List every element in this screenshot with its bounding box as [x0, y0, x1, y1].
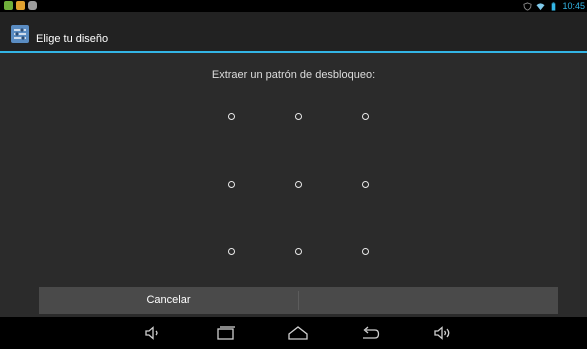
back-icon[interactable] — [360, 325, 380, 341]
status-bar: 10:45 — [0, 0, 587, 12]
pattern-dot-4[interactable] — [228, 181, 235, 188]
pattern-dot-7[interactable] — [228, 248, 235, 255]
action-bar: Elige tu diseño — [0, 12, 587, 53]
continue-button[interactable] — [299, 287, 558, 314]
pattern-content: Extraer un patrón de desbloqueo: Cancela… — [0, 53, 587, 317]
volume-down-icon[interactable] — [143, 325, 163, 341]
wifi-icon — [536, 2, 546, 10]
page-title: Elige tu diseño — [36, 33, 109, 45]
app-notification-icon — [4, 1, 13, 10]
pattern-dot-8[interactable] — [295, 248, 302, 255]
pattern-dot-5[interactable] — [295, 181, 302, 188]
recent-apps-icon[interactable] — [216, 325, 236, 341]
button-bar: Cancelar — [39, 287, 558, 314]
pattern-dot-2[interactable] — [295, 113, 302, 120]
shield-icon — [523, 1, 533, 11]
pattern-settings-icon[interactable] — [11, 25, 29, 43]
message-notification-icon — [28, 1, 37, 10]
pattern-dot-3[interactable] — [362, 113, 369, 120]
home-icon[interactable] — [288, 325, 308, 341]
pattern-dot-1[interactable] — [228, 113, 235, 120]
system-status-area: 10:45 — [523, 0, 585, 12]
cancel-button[interactable]: Cancelar — [39, 287, 298, 314]
pattern-dot-9[interactable] — [362, 248, 369, 255]
battery-icon — [552, 1, 556, 11]
pattern-dot-6[interactable] — [362, 181, 369, 188]
clock: 10:45 — [562, 1, 585, 11]
navigation-bar — [0, 317, 587, 349]
pattern-instruction: Extraer un patrón de desbloqueo: — [211, 69, 376, 81]
volume-up-icon[interactable] — [433, 325, 453, 341]
store-notification-icon — [16, 1, 25, 10]
notification-area — [4, 1, 37, 10]
